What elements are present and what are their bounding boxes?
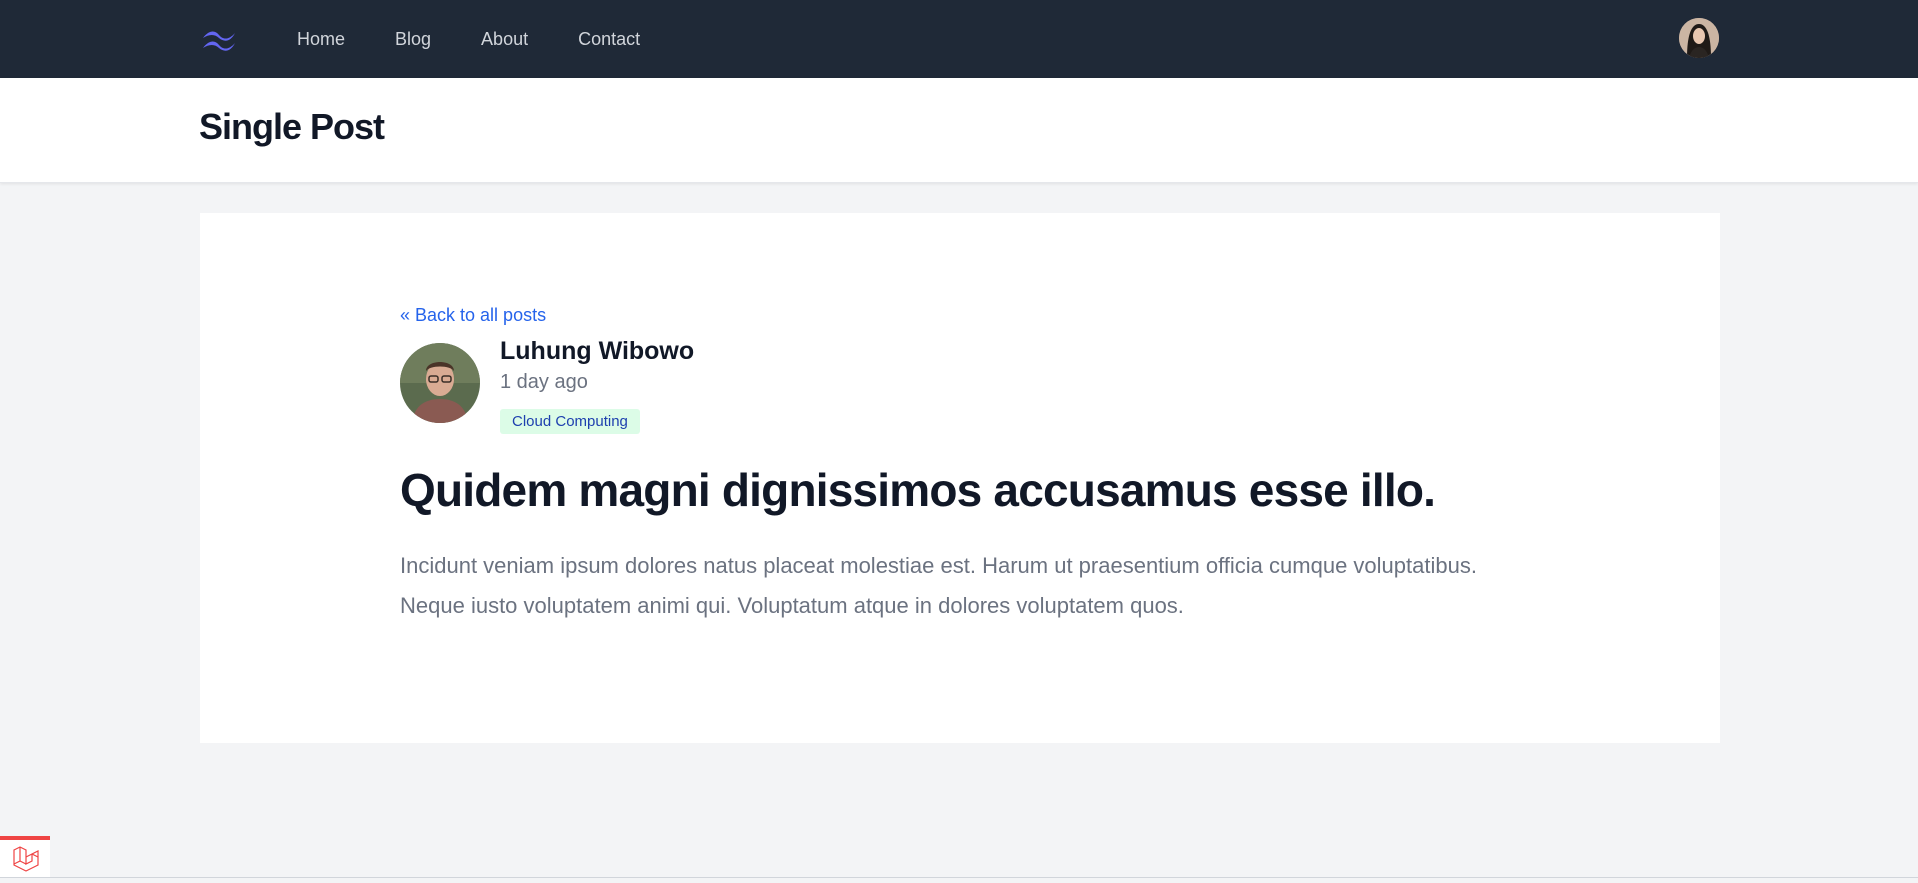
post-title: Quidem magni dignissimos accusamus esse … (400, 464, 1436, 516)
nav-link-home[interactable]: Home (297, 29, 345, 50)
top-navbar: Home Blog About Contact (0, 0, 1918, 78)
author-avatar (400, 343, 480, 423)
back-to-posts-link[interactable]: « Back to all posts (400, 305, 546, 326)
laravel-logo-icon[interactable] (0, 836, 50, 878)
page-header-container: Single Post (199, 78, 1719, 182)
navbar-container: Home Blog About Contact (199, 0, 1719, 78)
user-avatar[interactable] (1679, 18, 1719, 58)
post-card: « Back to all posts Luhung Wibowo 1 day … (200, 213, 1720, 743)
category-badge[interactable]: Cloud Computing (500, 409, 640, 434)
nav-link-blog[interactable]: Blog (395, 29, 431, 50)
tailwind-logo-icon[interactable] (199, 24, 239, 54)
nav-link-contact[interactable]: Contact (578, 29, 640, 50)
post-body: Incidunt veniam ipsum dolores natus plac… (400, 553, 1477, 618)
post-date: 1 day ago (500, 371, 588, 393)
page-title: Single Post (199, 106, 385, 147)
author-name: Luhung Wibowo (500, 337, 695, 365)
page-header: Single Post (0, 78, 1918, 183)
nav-link-about[interactable]: About (481, 29, 528, 50)
nav-links: Home Blog About Contact (297, 0, 690, 78)
